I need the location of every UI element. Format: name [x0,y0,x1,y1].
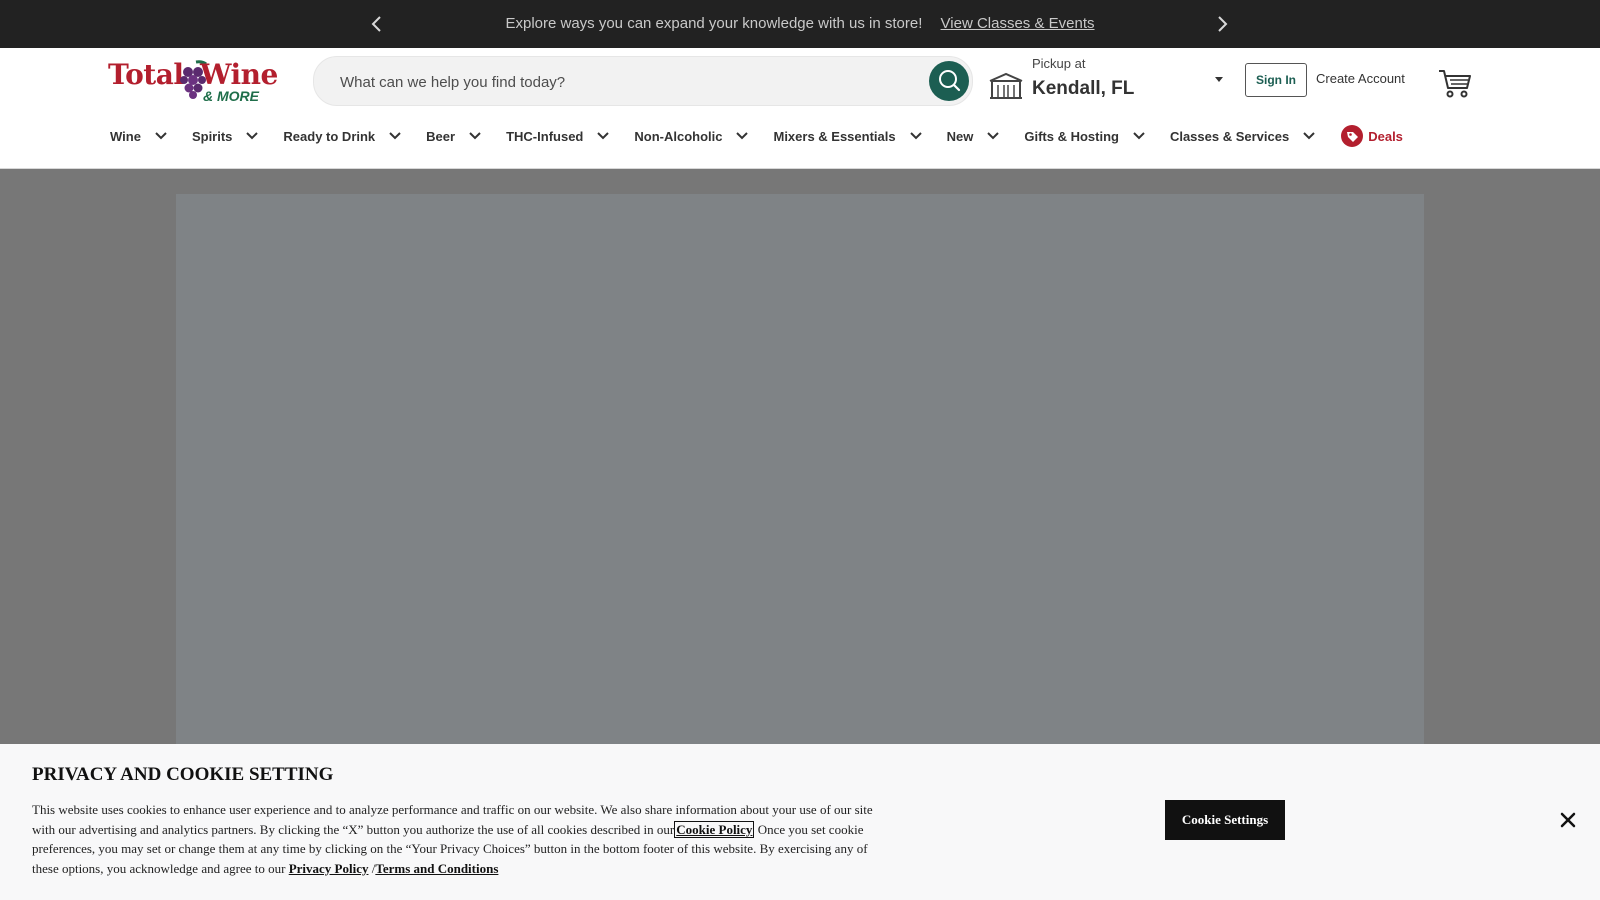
chevron-down-icon [469,132,481,140]
store-selector[interactable]: Pickup at Kendall, FL [988,54,1224,104]
search-input[interactable] [338,69,902,95]
nav-item-label: New [946,128,974,144]
nav-item-label: Wine [110,128,141,144]
chevron-down-icon [736,132,749,140]
cookie-settings-button[interactable]: Cookie Settings [1165,800,1285,840]
nav-item-classes-services[interactable]: Classes & Services [1170,129,1315,144]
nav-item-label: Non-Alcoholic [634,128,723,144]
search-icon [939,70,961,92]
cookie-title: PRIVACY AND COOKIE SETTING [32,764,334,785]
chevron-down-icon [1303,132,1315,140]
chevron-down-icon [597,132,610,140]
cookie-policy-link[interactable]: Cookie Policy [674,820,755,838]
create-account-link[interactable]: Create Account [1316,71,1405,86]
chevron-down-icon [155,132,167,140]
logo-text-total: Total [108,58,184,91]
store-icon [989,72,1023,99]
chevron-down-icon [389,132,401,140]
nav-item-label: Spirits [191,128,233,144]
chevron-down-icon [909,132,922,140]
chevron-down-icon [246,132,259,140]
search-button[interactable] [929,61,969,101]
nav-item-beer[interactable]: Beer [426,129,481,144]
nav-item-label: Ready to Drink [283,128,376,144]
logo-text-wine: Wine [200,58,278,91]
promo-message-container: Explore ways you can expand your knowled… [0,15,1600,32]
logo-text-more: & MORE [203,88,259,104]
deals-tag-icon [1341,125,1364,147]
nav-item-mixers-essentials[interactable]: Mixers & Essentials [773,128,922,144]
nav-item-label: Beer [426,128,456,144]
chevron-down-icon [987,132,1000,140]
chevron-down-icon [1133,132,1145,140]
store-name: Kendall, FL [1032,78,1135,99]
cookie-text: This website uses cookies to enhance use… [32,800,882,878]
cart-icon[interactable] [1438,68,1472,98]
cookie-banner: PRIVACY AND COOKIE SETTING This website … [0,744,1600,900]
close-icon[interactable] [1560,812,1576,828]
nav-item-non-alcoholic[interactable]: Non-Alcoholic [634,128,749,144]
deals-label: Deals [1368,128,1403,144]
nav-item-thc-infused[interactable]: THC-Infused [506,128,610,144]
nav-item-spirits[interactable]: Spirits [191,128,259,144]
nav-item-deals[interactable]: Deals [1340,124,1403,148]
main-nav: Wine Spirits Ready to Drink Beer THC-Infused… [110,122,1403,150]
nav-item-new[interactable]: New [947,129,1000,144]
sign-in-button[interactable]: Sign In [1245,63,1307,97]
search-bar [313,56,973,106]
logo[interactable]: Total Wine & MORE [108,58,293,104]
caret-down-icon [1215,77,1223,82]
promo-link[interactable]: View Classes & Events [941,15,1095,32]
terms-link[interactable]: Terms and Conditions [375,861,498,876]
nav-item-ready-to-drink[interactable]: Ready to Drink [283,129,401,144]
nav-item-label: Gifts & Hosting [1024,128,1119,144]
nav-item-label: Classes & Services [1169,128,1290,144]
site-header: Total Wine & MORE What can we help you f… [0,48,1600,169]
store-label: Pickup at [1032,56,1086,71]
nav-item-label: Mixers & Essentials [773,128,896,144]
chevron-right-icon[interactable] [1212,14,1232,34]
privacy-policy-link[interactable]: Privacy Policy [289,861,369,876]
nav-item-label: THC-Infused [506,128,584,144]
promo-message: Explore ways you can expand your knowled… [505,15,923,32]
nav-item-gifts-hosting[interactable]: Gifts & Hosting [1024,129,1145,144]
nav-item-wine[interactable]: Wine [110,129,167,144]
promo-bar: Explore ways you can expand your knowled… [0,0,1600,48]
hero-banner-placeholder [176,194,1424,754]
